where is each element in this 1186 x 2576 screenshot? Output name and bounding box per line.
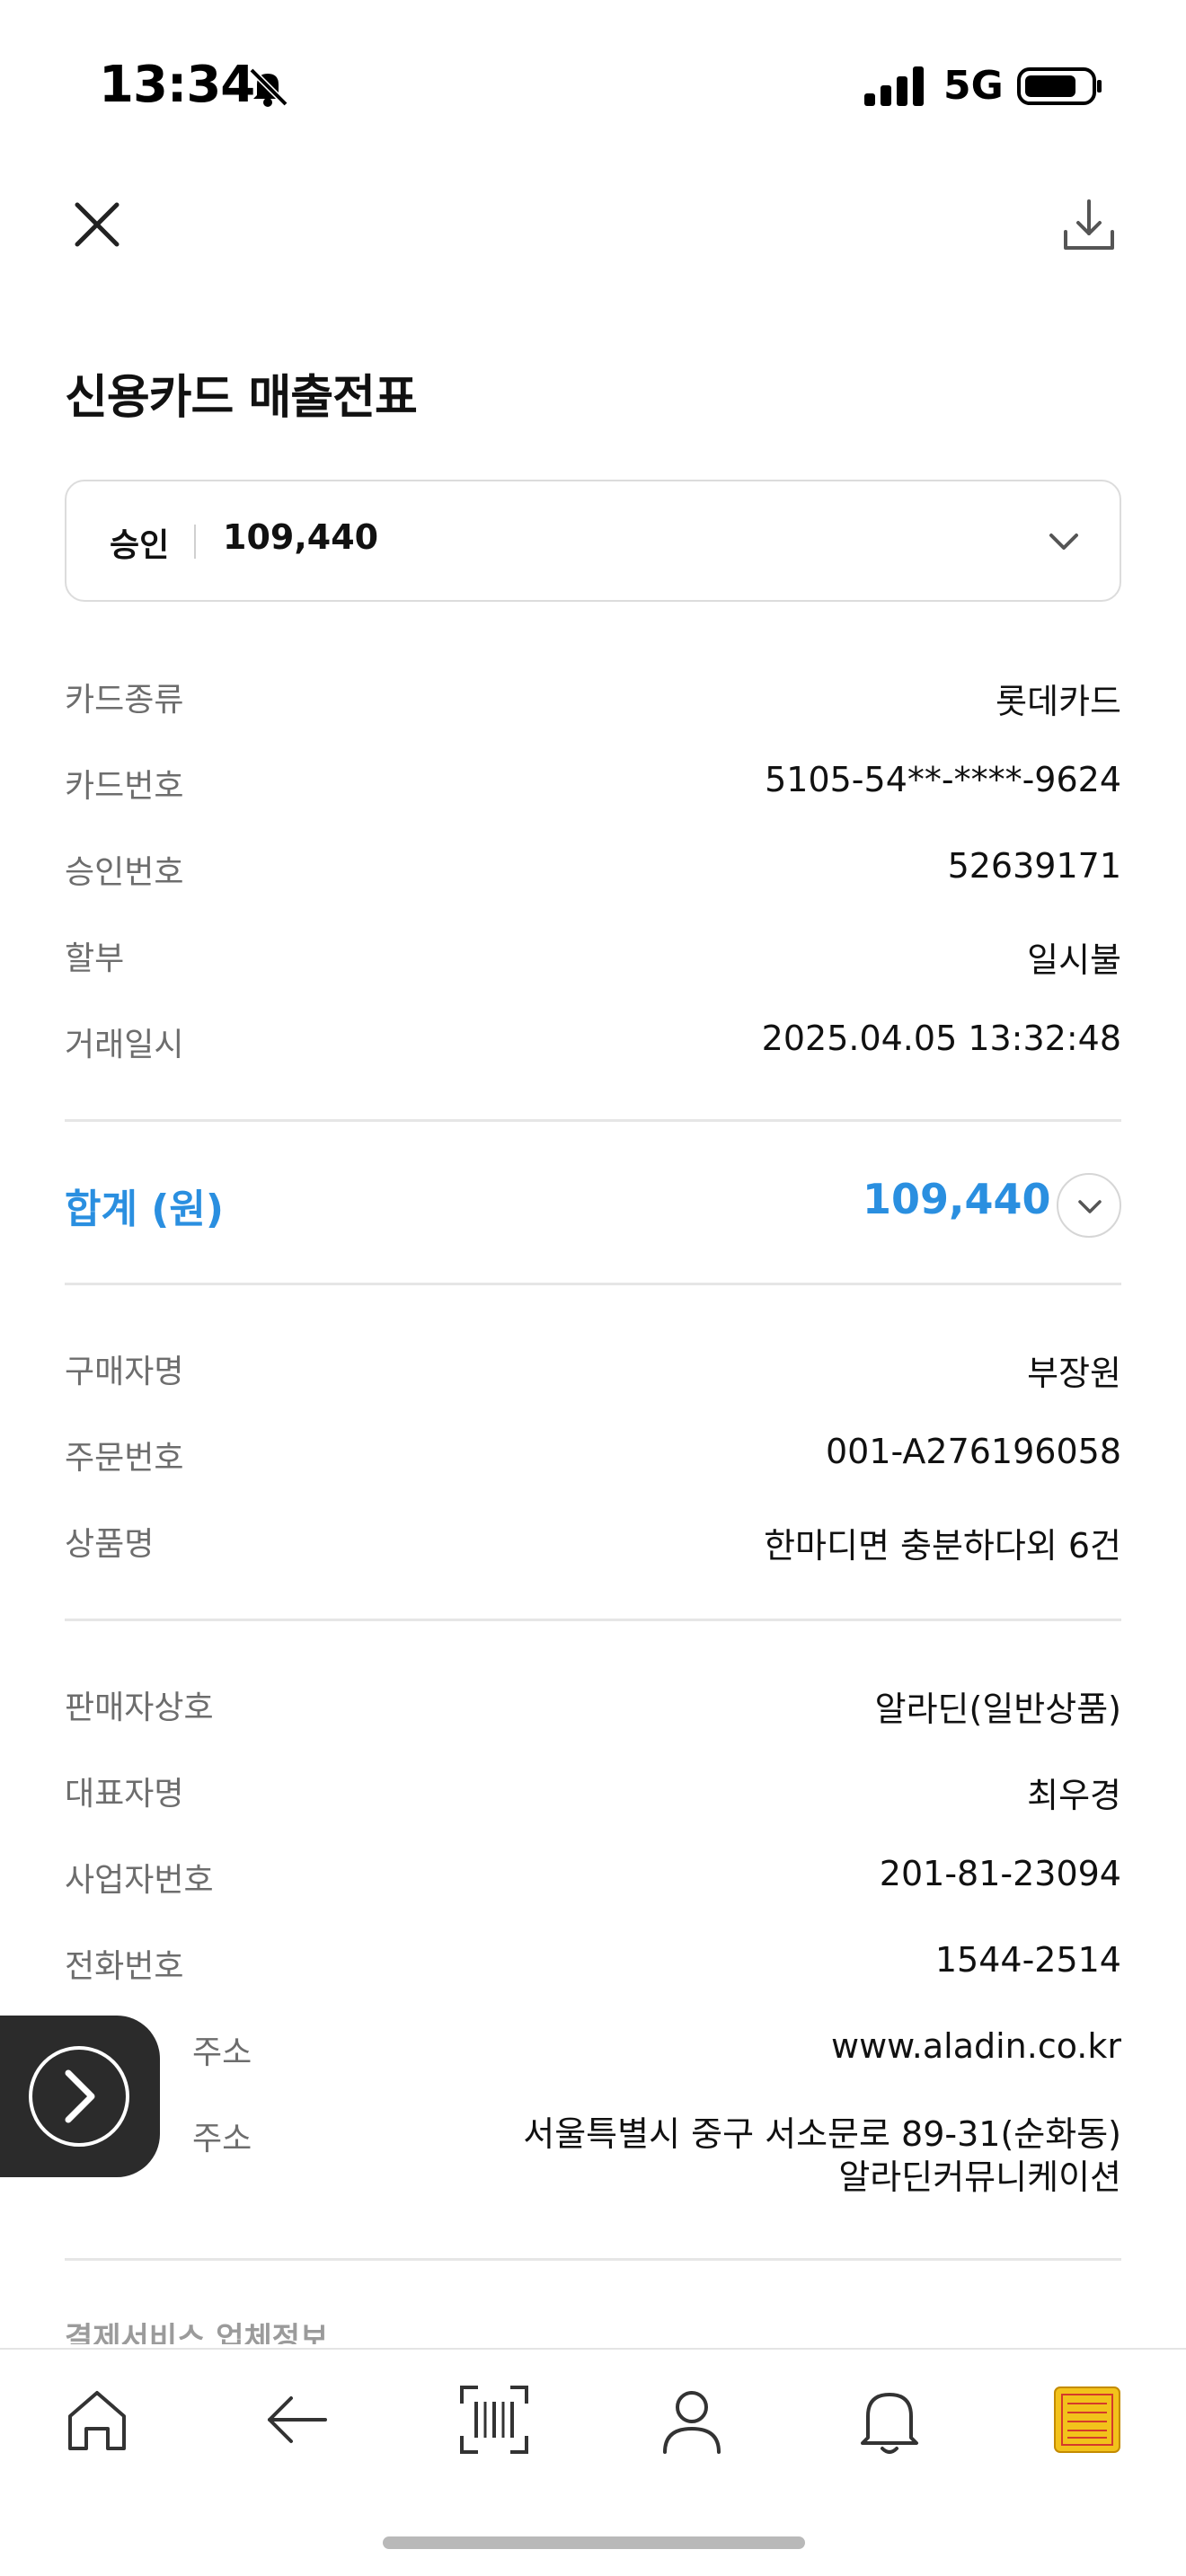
section-divider bbox=[65, 1283, 1121, 1285]
representative-row: 대표자명 최우경 bbox=[65, 1760, 1121, 1815]
approval-amount: 109,440 bbox=[223, 517, 379, 557]
card-type-label: 카드종류 bbox=[65, 682, 184, 719]
business-number-value: 201-81-23094 bbox=[879, 1854, 1121, 1893]
tab-app-thumbnail[interactable] bbox=[1049, 2382, 1125, 2457]
download-button[interactable] bbox=[1057, 192, 1121, 257]
seller-name-label: 판매자상호 bbox=[65, 1689, 214, 1726]
total-amount: 109,440 bbox=[863, 1175, 1051, 1223]
order-number-value: 001-A276196058 bbox=[826, 1432, 1121, 1471]
order-number-row: 주문번호 001-A276196058 bbox=[65, 1425, 1121, 1478]
status-time: 13:34 bbox=[99, 56, 255, 114]
tab-profile[interactable] bbox=[654, 2382, 730, 2457]
buyer-name-value: 부장원 bbox=[1027, 1354, 1121, 1393]
approval-number-value: 52639171 bbox=[947, 846, 1121, 886]
installment-label: 할부 bbox=[65, 940, 125, 977]
web-address-value: www.aladin.co.kr bbox=[831, 2026, 1121, 2066]
section-divider bbox=[65, 1119, 1121, 1122]
battery-icon bbox=[1017, 67, 1102, 105]
tab-barcode-scan[interactable] bbox=[456, 2382, 532, 2457]
home-indicator[interactable] bbox=[383, 2536, 805, 2549]
approval-status: 승인 bbox=[110, 527, 170, 564]
product-name-value: 한마디면 충분하다외 6건 bbox=[764, 1526, 1121, 1566]
app-thumbnail-icon bbox=[1054, 2386, 1120, 2453]
seller-name-value: 알라딘(일반상품) bbox=[874, 1689, 1121, 1729]
transaction-datetime-row: 거래일시 2025.04.05 13:32:48 bbox=[65, 1011, 1121, 1065]
total-expand-button[interactable] bbox=[1057, 1173, 1121, 1238]
installment-row: 할부 일시불 bbox=[65, 925, 1121, 980]
chevron-right-icon bbox=[29, 2046, 129, 2147]
close-icon bbox=[75, 202, 119, 247]
bell-slash-icon bbox=[249, 67, 288, 107]
web-address-row: 주소 www.aladin.co.kr bbox=[65, 2019, 1121, 2073]
back-arrow-icon bbox=[268, 2396, 327, 2443]
card-number-value: 5105-54**-****-9624 bbox=[765, 760, 1121, 799]
chevron-down-icon bbox=[1049, 534, 1078, 550]
chevron-down-icon bbox=[1078, 1200, 1102, 1213]
approval-number-label: 승인번호 bbox=[65, 854, 184, 891]
installment-value: 일시불 bbox=[1027, 940, 1121, 980]
floating-next-button[interactable] bbox=[0, 2016, 160, 2177]
tab-back[interactable] bbox=[259, 2382, 334, 2457]
network-type: 5G bbox=[943, 63, 1004, 109]
buyer-name-row: 구매자명 부장원 bbox=[65, 1338, 1121, 1393]
card-type-value: 롯데카드 bbox=[996, 682, 1121, 721]
buyer-name-label: 구매자명 bbox=[65, 1354, 184, 1390]
tab-notifications[interactable] bbox=[852, 2382, 927, 2457]
transaction-datetime-label: 거래일시 bbox=[65, 1027, 184, 1063]
address-row: 주소 서울특별시 중구 서소문로 89-31(순화동) 알라딘커뮤니케이션 bbox=[65, 2105, 1121, 2213]
address-line1: 서울특별시 중구 서소문로 89-31(순화동) bbox=[523, 2114, 1121, 2154]
section-divider bbox=[65, 1619, 1121, 1621]
total-label: 합계 (원) bbox=[65, 1187, 224, 1232]
approval-divider bbox=[194, 525, 196, 559]
signal-icon bbox=[864, 66, 924, 106]
address-label: 주소 bbox=[192, 2121, 252, 2157]
representative-label: 대표자명 bbox=[65, 1776, 184, 1813]
status-bar: 13:34 5G bbox=[0, 0, 1186, 171]
product-name-row: 상품명 한마디면 충분하다외 6건 bbox=[65, 1511, 1121, 1566]
approval-number-row: 승인번호 52639171 bbox=[65, 839, 1121, 893]
card-number-row: 카드번호 5105-54**-****-9624 bbox=[65, 753, 1121, 807]
representative-value: 최우경 bbox=[1027, 1776, 1121, 1815]
address-value: 서울특별시 중구 서소문로 89-31(순화동) 알라딘커뮤니케이션 bbox=[523, 2113, 1121, 2199]
barcode-scan-icon bbox=[460, 2386, 528, 2454]
close-button[interactable] bbox=[65, 192, 129, 257]
seller-name-row: 판매자상호 알라딘(일반상품) bbox=[65, 1674, 1121, 1729]
home-icon bbox=[68, 2391, 126, 2450]
phone-label: 전화번호 bbox=[65, 1948, 184, 1985]
address-line2: 알라딘커뮤니케이션 bbox=[838, 2157, 1121, 2197]
card-type-row: 카드종류 롯데카드 bbox=[65, 666, 1121, 721]
payment-service-section-title: 결제서비스 업체정보 bbox=[65, 2321, 329, 2344]
page-title: 신용카드 매출전표 bbox=[65, 371, 418, 425]
transaction-datetime-value: 2025.04.05 13:32:48 bbox=[761, 1019, 1121, 1058]
business-number-label: 사업자번호 bbox=[65, 1862, 214, 1899]
order-number-label: 주문번호 bbox=[65, 1440, 184, 1477]
business-number-row: 사업자번호 201-81-23094 bbox=[65, 1847, 1121, 1901]
download-icon bbox=[1064, 199, 1114, 250]
bell-icon bbox=[861, 2393, 918, 2454]
card-number-label: 카드번호 bbox=[65, 768, 184, 805]
section-divider bbox=[65, 2258, 1121, 2261]
tab-home[interactable] bbox=[59, 2382, 135, 2457]
product-name-label: 상품명 bbox=[65, 1526, 155, 1563]
phone-value: 1544-2514 bbox=[934, 1940, 1121, 1980]
web-address-label: 주소 bbox=[192, 2034, 252, 2071]
approval-selector[interactable]: 승인 109,440 bbox=[65, 480, 1121, 602]
phone-row: 전화번호 1544-2514 bbox=[65, 1933, 1121, 1987]
profile-icon bbox=[663, 2391, 721, 2454]
